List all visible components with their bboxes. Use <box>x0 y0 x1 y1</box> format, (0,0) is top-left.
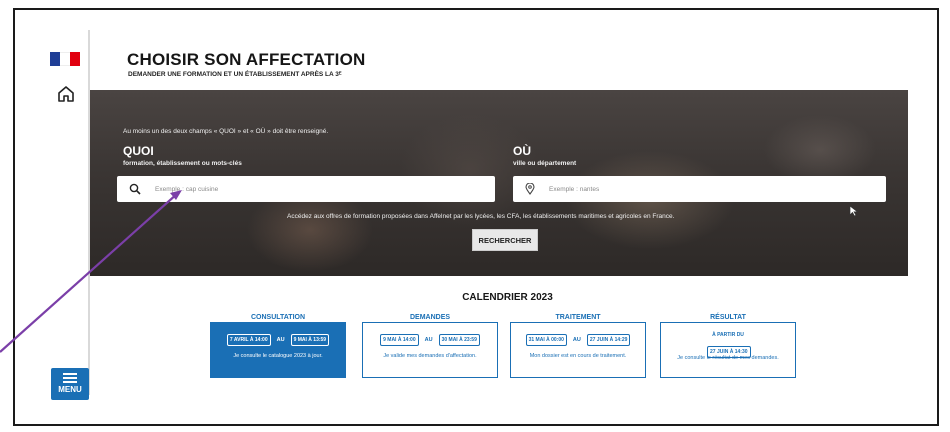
annotation-arrow <box>0 190 182 353</box>
